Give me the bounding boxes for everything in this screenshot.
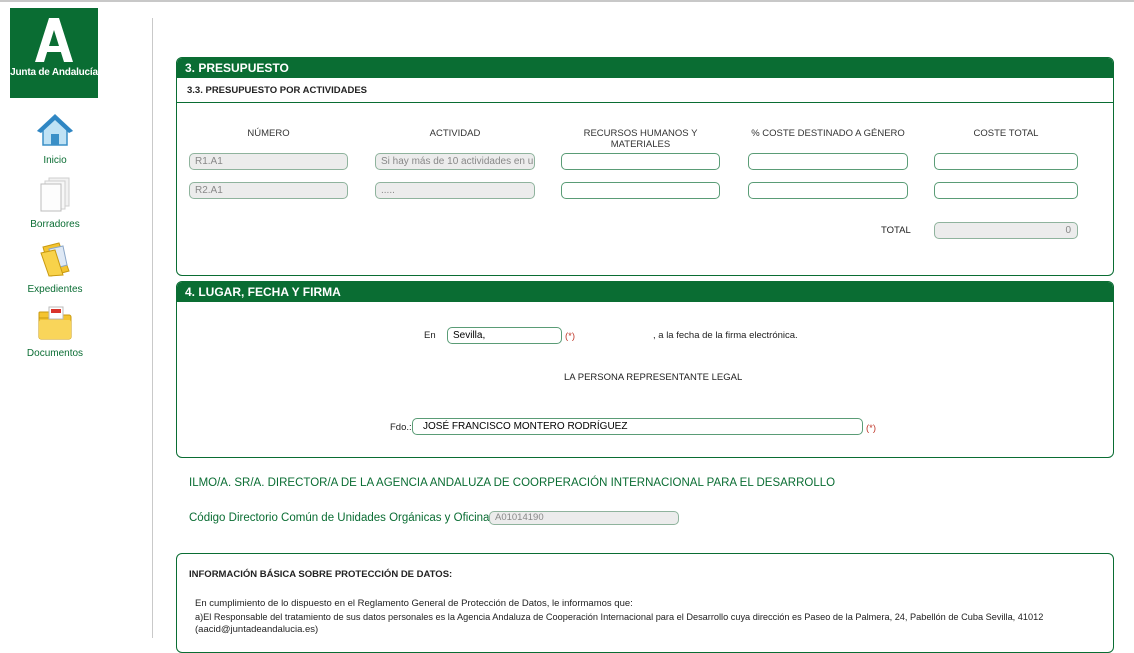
total-field[interactable]: 0 bbox=[934, 222, 1078, 239]
genero-field[interactable] bbox=[748, 153, 908, 170]
numero-field[interactable]: R2.A1 bbox=[189, 182, 348, 199]
top-border bbox=[0, 0, 1134, 2]
drafts-icon bbox=[40, 177, 70, 212]
presupuesto-subtitle: 3.3. PRESUPUESTO POR ACTIVIDADES bbox=[177, 78, 1113, 103]
col-actividad: ACTIVIDAD bbox=[429, 128, 481, 139]
proteccion-title: INFORMACIÓN BÁSICA SOBRE PROTECCIÓN DE D… bbox=[189, 569, 453, 580]
fecha-text: , a la fecha de la firma electrónica. bbox=[653, 330, 798, 341]
destinatario-text: ILMO/A. SR/A. DIRECTOR/A DE LA AGENCIA A… bbox=[189, 477, 836, 489]
genero-field[interactable] bbox=[748, 182, 908, 199]
recursos-field[interactable] bbox=[561, 182, 720, 199]
junta-a-logo-icon bbox=[35, 18, 73, 62]
col-genero: % COSTE DESTINADO A GÉNERO bbox=[751, 128, 905, 139]
presupuesto-title: 3. PRESUPUESTO bbox=[177, 58, 1113, 78]
nav-expedientes[interactable]: Expedientes bbox=[20, 241, 90, 295]
logo-text: Junta de Andalucía bbox=[10, 67, 98, 78]
coste-field[interactable] bbox=[934, 153, 1078, 170]
actividad-field[interactable]: Si hay más de 10 actividades en ui bbox=[375, 153, 535, 170]
nav-documentos-label: Documentos bbox=[26, 348, 84, 359]
codigo-label: Código Directorio Común de Unidades Orgá… bbox=[189, 512, 499, 524]
nav-borradores-label: Borradores bbox=[30, 219, 80, 230]
representante-label: LA PERSONA REPRESENTANTE LEGAL bbox=[564, 372, 743, 383]
proteccion-intro: En cumplimiento de lo dispuesto en el Re… bbox=[195, 598, 633, 609]
required-mark: (*) bbox=[565, 331, 576, 342]
recursos-field[interactable] bbox=[561, 153, 720, 170]
total-label: TOTAL bbox=[881, 225, 911, 236]
proteccion-line-a2: (aacid@juntadeandalucia.es) bbox=[195, 624, 319, 635]
required-mark: (*) bbox=[866, 423, 877, 434]
col-numero: NÚMERO bbox=[247, 128, 290, 139]
documents-folder-icon bbox=[38, 306, 72, 340]
coste-field[interactable] bbox=[934, 182, 1078, 199]
codigo-field[interactable]: A01014190 bbox=[489, 511, 679, 525]
numero-field[interactable]: R1.A1 bbox=[189, 153, 348, 170]
nav-expedientes-label: Expedientes bbox=[27, 284, 83, 295]
en-label: En bbox=[424, 330, 436, 341]
col-coste: COSTE TOTAL bbox=[973, 128, 1039, 139]
nav-borradores[interactable]: Borradores bbox=[20, 176, 90, 230]
firma-title: 4. LUGAR, FECHA Y FIRMA bbox=[177, 282, 1113, 302]
nav-inicio-label: Inicio bbox=[43, 155, 67, 166]
folder-icon bbox=[40, 242, 70, 277]
nav-documentos[interactable]: Documentos bbox=[20, 305, 90, 359]
lugar-field[interactable]: Sevilla, bbox=[447, 327, 562, 344]
fdo-field[interactable]: JOSÉ FRANCISCO MONTERO RODRÍGUEZ bbox=[412, 418, 863, 435]
junta-logo[interactable]: Junta de Andalucía bbox=[10, 8, 98, 98]
fdo-label: Fdo.: bbox=[390, 422, 412, 433]
nav-inicio[interactable]: Inicio bbox=[20, 112, 90, 166]
col-recursos: RECURSOS HUMANOS Y MATERIALES bbox=[583, 128, 698, 150]
home-icon bbox=[37, 113, 73, 146]
proteccion-line-a: a)El Responsable del tratamiento de sus … bbox=[195, 612, 1044, 622]
actividad-field[interactable]: ..... bbox=[375, 182, 535, 199]
